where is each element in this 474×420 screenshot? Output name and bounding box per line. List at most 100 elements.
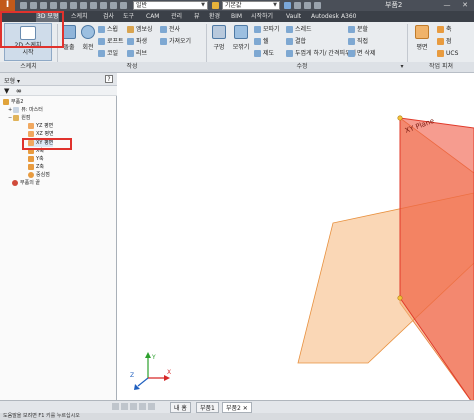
loft-button[interactable]: 로프트 <box>98 37 124 47</box>
import-button[interactable]: 가져오기 <box>160 37 191 47</box>
tab-vault[interactable]: Vault <box>285 11 302 22</box>
doc-tab-part1[interactable]: 부품1 <box>196 402 219 413</box>
panel-label-modify: 수정 <box>296 63 308 70</box>
doc-tab-home[interactable]: 내 홈 <box>170 402 191 413</box>
tree-item-label: 부품2 <box>11 99 24 105</box>
draft-button[interactable]: 제도 <box>254 49 274 59</box>
derive-button[interactable]: 파생 <box>127 37 147 47</box>
direct-button[interactable]: 직접 <box>348 37 368 47</box>
plane-corner-point <box>397 115 403 121</box>
panel-label-work-features: 작업 피쳐 <box>429 63 453 70</box>
filter-icon[interactable]: ▼ <box>4 87 9 95</box>
z-axis-arrow <box>137 377 149 387</box>
tab-scroll-right-icon[interactable] <box>121 403 128 410</box>
close-button[interactable]: ✕ <box>458 1 472 10</box>
tree-item-label: 중심점 <box>36 172 50 178</box>
tab-environments[interactable]: 환경 <box>208 11 221 22</box>
viewport-canvas[interactable]: XY Plane Z Y X <box>118 73 474 405</box>
tree-item-center-point[interactable]: 중심점 <box>28 171 50 179</box>
app-menu-button[interactable]: I <box>0 0 15 11</box>
parameters-icon[interactable] <box>294 2 301 9</box>
shell-button[interactable]: 쉘 <box>254 37 269 47</box>
direct-icon <box>348 38 355 45</box>
split-button[interactable]: 분할 <box>348 25 368 35</box>
tree-item-yz-plane[interactable]: YZ 평면 <box>28 122 53 130</box>
rib-button[interactable]: 리브 <box>127 49 147 59</box>
plane-button[interactable]: 평면 <box>410 25 434 59</box>
help-icon[interactable]: ? <box>105 75 113 83</box>
tab-bim[interactable]: BIM <box>230 11 243 22</box>
model-browser: 모형 ▾ ? ▼ ∞ 부품2 + 뷰: 마스터 − 원점 YZ 평면 XZ 평면 X… <box>0 73 117 405</box>
point-button[interactable]: 점 <box>437 37 452 47</box>
sweep-icon <box>98 26 105 33</box>
lightbulb-icon[interactable] <box>110 2 117 9</box>
tree-item-z-axis[interactable]: Z축 <box>28 163 44 171</box>
measure-icon[interactable] <box>100 2 107 9</box>
ucs-button[interactable]: UCS <box>437 49 458 59</box>
doc-tab-part2[interactable]: 부품2 ✕ <box>222 402 252 413</box>
tab-inspect[interactable]: 검사 <box>102 11 115 22</box>
tab-list-icon[interactable] <box>148 403 155 410</box>
tree-item-part2[interactable]: 부품2 <box>3 98 23 106</box>
tab-a360[interactable]: Autodesk A360 <box>310 11 358 22</box>
plane-icon <box>28 130 34 137</box>
minimize-button[interactable]: — <box>440 1 454 10</box>
tab-view[interactable]: 뷰 <box>193 11 201 22</box>
delete-face-button[interactable]: 면 삭제 <box>348 49 375 59</box>
tab-cam[interactable]: CAM <box>145 11 160 22</box>
home-icon[interactable] <box>70 2 77 9</box>
tile-icon[interactable] <box>130 403 137 410</box>
plane-icon <box>415 25 429 39</box>
decal-button[interactable]: 전사 <box>160 25 180 35</box>
tab-tools[interactable]: 도구 <box>122 11 135 22</box>
revolve-button[interactable]: 회전 <box>79 25 97 59</box>
chamfer-button[interactable]: 모따기 <box>254 25 280 35</box>
thicken-offset-button[interactable]: 두껍게 하기/ 간격띄우기 <box>286 49 356 59</box>
fx-icon[interactable] <box>304 2 311 9</box>
fillet-button[interactable]: 모깎기 <box>230 25 252 59</box>
quick-access-more-icon[interactable] <box>314 2 321 9</box>
fillet-icon <box>234 25 248 39</box>
tab-manage[interactable]: 관리 <box>170 11 183 22</box>
color-icon[interactable] <box>120 2 127 9</box>
thread-button[interactable]: 스레드 <box>286 25 312 35</box>
combine-button[interactable]: 결합 <box>286 37 306 47</box>
highlight-box-xy-plane <box>22 138 72 150</box>
appearance-icon[interactable] <box>284 2 291 9</box>
redo-icon[interactable] <box>60 2 67 9</box>
binoculars-icon[interactable]: ∞ <box>16 87 22 95</box>
axis-button[interactable]: 축 <box>437 25 452 35</box>
tree-item-end-of-part[interactable]: 부품의 끝 <box>12 179 40 187</box>
panel-label-create: 작성 <box>126 63 138 70</box>
hole-button[interactable]: 구멍 <box>209 25 229 59</box>
tab-getting-started[interactable]: 시작하기 <box>250 11 274 22</box>
material-select[interactable]: 기본값 ▼ <box>222 1 280 10</box>
new-icon[interactable] <box>20 2 27 9</box>
cascade-icon[interactable] <box>139 403 146 410</box>
modify-panel-expand[interactable]: ▾ <box>397 62 407 72</box>
shell-label: 쉘 <box>263 38 269 45</box>
folder-icon <box>13 114 20 121</box>
close-icon[interactable]: ✕ <box>243 405 248 412</box>
emboss-button[interactable]: 엠보싱 <box>127 25 153 35</box>
select-icon[interactable] <box>80 2 87 9</box>
coil-button[interactable]: 코일 <box>98 49 118 59</box>
update-icon[interactable] <box>90 2 97 9</box>
tree-item-view-master[interactable]: + 뷰: 마스터 <box>8 106 43 114</box>
emboss-label: 엠보싱 <box>136 26 153 33</box>
tab-sketch[interactable]: 스케치 <box>70 11 89 22</box>
open-icon[interactable] <box>30 2 37 9</box>
browser-title[interactable]: 모형 ▾ <box>4 76 20 85</box>
graphics-viewport[interactable]: XY Plane Z Y X <box>118 73 474 405</box>
tab-navigation-icons[interactable] <box>112 403 172 412</box>
tree-item-origin[interactable]: − 원점 <box>8 114 30 122</box>
style-select[interactable]: 일반 ▼ <box>133 1 208 10</box>
xy-plane[interactable] <box>399 117 474 405</box>
save-icon[interactable] <box>40 2 47 9</box>
tree-item-y-axis[interactable]: Y축 <box>28 155 44 163</box>
thicken-offset-label: 두껍게 하기/ 간격띄우기 <box>295 50 357 57</box>
undo-icon[interactable] <box>50 2 57 9</box>
tree-item-xz-plane[interactable]: XZ 평면 <box>28 130 54 138</box>
tab-scroll-left-icon[interactable] <box>112 403 119 410</box>
sweep-button[interactable]: 스윕 <box>98 25 118 35</box>
